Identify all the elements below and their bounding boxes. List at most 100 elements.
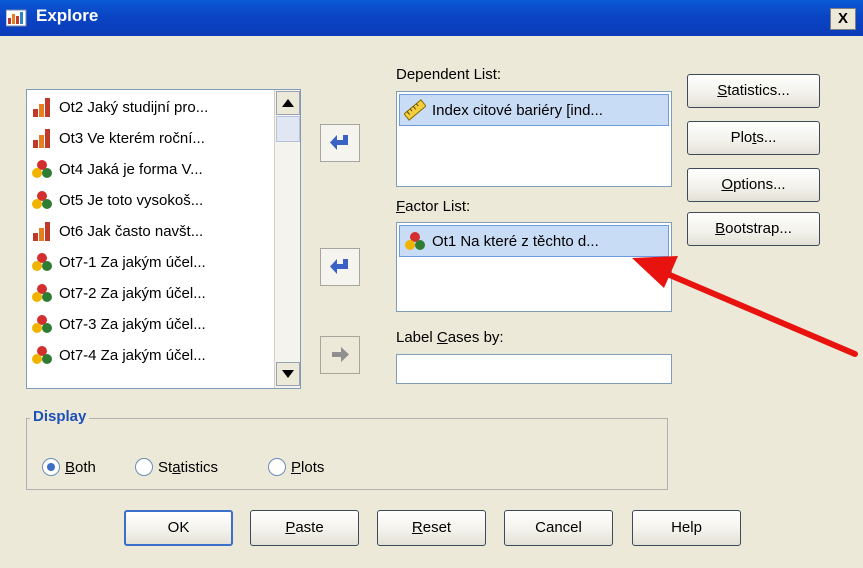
ok-button[interactable]: OK <box>124 510 233 546</box>
ruler-icon <box>404 99 426 121</box>
list-item[interactable]: Ot5 Je toto vysokoš... <box>31 185 271 215</box>
list-item-label: Ot5 Je toto vysokoš... <box>59 191 204 209</box>
display-legend: Display <box>30 408 90 425</box>
paste-button-mnemonic: P <box>285 519 296 536</box>
reset-button-mnemonic: R <box>411 519 423 536</box>
arrow-left-icon <box>330 135 348 150</box>
factor-list-item[interactable]: Ot1 Na které z těchto d... <box>399 225 669 257</box>
red-annotation-arrow <box>632 256 858 357</box>
nominal-circles-icon <box>32 160 52 178</box>
scroll-down-button[interactable] <box>276 362 300 386</box>
help-button[interactable]: Help <box>632 510 741 546</box>
options-button-label: ptions... <box>733 176 786 193</box>
dependent-list-item-label: Index citové bariéry [ind... <box>432 101 603 119</box>
dependent-list-label-text: Dependent List: <box>396 66 502 83</box>
move-to-factor-button[interactable] <box>320 248 360 286</box>
list-item-label: Ot3 Ve kterém roční... <box>59 129 205 147</box>
nominal-circles-icon <box>405 232 425 250</box>
bootstrap-button-mnemonic: B <box>715 220 726 237</box>
radio-plots-mnemonic: P <box>291 458 302 476</box>
nominal-circles-icon <box>32 284 52 302</box>
radio-both-text: oth <box>75 458 96 476</box>
source-variable-list[interactable]: Ot2 Jaký studijní pro... Ot3 Ve kterém r… <box>26 89 301 389</box>
statistics-button-mnemonic: S <box>717 82 728 99</box>
list-item-label: Ot2 Jaký studijní pro... <box>59 98 209 116</box>
label-cases-label-mnemonic: C <box>436 329 448 346</box>
radio-both-label: Both <box>65 459 96 476</box>
scale-bar-chart-icon <box>33 129 50 148</box>
list-item[interactable]: Ot7-4 Za jakým účel... <box>31 340 271 370</box>
radio-both[interactable]: Both <box>42 457 96 477</box>
dependent-list-label: Dependent List: <box>396 66 501 83</box>
scroll-up-button[interactable] <box>276 91 300 115</box>
scale-bar-chart-icon <box>33 222 50 241</box>
radio-both-button[interactable] <box>42 458 60 476</box>
dependent-list[interactable]: Index citové bariéry [ind... <box>396 91 672 187</box>
list-item-label: Ot4 Jaká je forma V... <box>59 160 203 178</box>
close-button[interactable]: X <box>830 8 856 30</box>
radio-both-mnemonic: B <box>65 458 76 476</box>
list-item-label: Ot7-1 Za jakým účel... <box>59 253 206 271</box>
app-icon <box>6 9 27 27</box>
factor-list-item-label: Ot1 Na které z těchto d... <box>432 232 599 250</box>
factor-list-label: Factor List: <box>396 198 470 215</box>
list-item[interactable]: Ot7-1 Za jakým účel... <box>31 247 271 277</box>
options-button-mnemonic: O <box>721 176 734 193</box>
reset-button[interactable]: Reset <box>377 510 486 546</box>
paste-button-label: aste <box>295 519 324 536</box>
radio-statistics-mnemonic: a <box>172 458 181 476</box>
list-item-label: Ot7-3 Za jakým účel... <box>59 315 206 333</box>
list-item-label: Ot6 Jak často navšt... <box>59 222 204 240</box>
list-item[interactable]: Ot4 Jaká je forma V... <box>31 154 271 184</box>
paste-button[interactable]: Paste <box>250 510 359 546</box>
label-cases-label-post: ases by: <box>447 329 504 346</box>
plots-button[interactable]: Plots... <box>687 121 820 155</box>
plots-button-label-pre: Plo <box>730 129 753 146</box>
nominal-circles-icon <box>32 315 52 333</box>
arrow-right-icon <box>332 347 349 362</box>
radio-plots-label: Plots <box>291 459 324 476</box>
list-item-label: Ot7-2 Za jakým účel... <box>59 284 206 302</box>
dependent-list-item[interactable]: Index citové bariéry [ind... <box>399 94 669 126</box>
statistics-button[interactable]: Statistics... <box>687 74 820 108</box>
factor-list-label-mnemonic: F <box>396 198 406 215</box>
title-bar: Explore X <box>0 0 863 36</box>
statistics-button-label: tatistics... <box>727 82 790 99</box>
nominal-circles-icon <box>32 191 52 209</box>
list-item[interactable]: Ot2 Jaký studijní pro... <box>31 92 271 122</box>
display-group <box>26 418 668 490</box>
label-cases-label-pre: Label <box>396 329 437 346</box>
list-item[interactable]: Ot3 Ve kterém roční... <box>31 123 271 153</box>
triangle-up-icon <box>282 99 294 107</box>
reset-button-label: eset <box>422 519 452 536</box>
cancel-button[interactable]: Cancel <box>504 510 613 546</box>
nominal-circles-icon <box>32 253 52 271</box>
nominal-circles-icon <box>32 346 52 364</box>
radio-plots-button[interactable] <box>268 458 286 476</box>
options-button[interactable]: Options... <box>687 168 820 202</box>
plots-button-label: s... <box>756 129 777 146</box>
vertical-scrollbar[interactable] <box>274 90 300 388</box>
bootstrap-button[interactable]: Bootstrap... <box>687 212 820 246</box>
factor-list-label-post: actor List: <box>405 198 471 215</box>
move-to-dependent-button[interactable] <box>320 124 360 162</box>
radio-plots-text: lots <box>301 458 325 476</box>
triangle-down-icon <box>282 370 294 378</box>
arrow-left-icon <box>330 259 348 274</box>
label-cases-label: Label Cases by: <box>396 329 504 346</box>
list-item[interactable]: Ot7-2 Za jakým účel... <box>31 278 271 308</box>
list-item[interactable]: Ot6 Jak často navšt... <box>31 216 271 246</box>
scale-bar-chart-icon <box>33 98 50 117</box>
window-title: Explore <box>36 6 99 25</box>
list-item[interactable]: Ot7-3 Za jakým účel... <box>31 309 271 339</box>
radio-statistics-label: Statistics <box>158 459 218 476</box>
radio-statistics-text: tistics <box>180 458 219 476</box>
move-to-label-cases-button[interactable] <box>320 336 360 374</box>
scroll-thumb[interactable] <box>276 116 300 142</box>
radio-statistics-pre: St <box>158 458 173 476</box>
bootstrap-button-label: ootstrap... <box>725 220 792 237</box>
radio-statistics[interactable]: Statistics <box>135 457 218 477</box>
list-item-label: Ot7-4 Za jakým účel... <box>59 346 206 364</box>
radio-statistics-button[interactable] <box>135 458 153 476</box>
radio-plots[interactable]: Plots <box>268 457 324 477</box>
